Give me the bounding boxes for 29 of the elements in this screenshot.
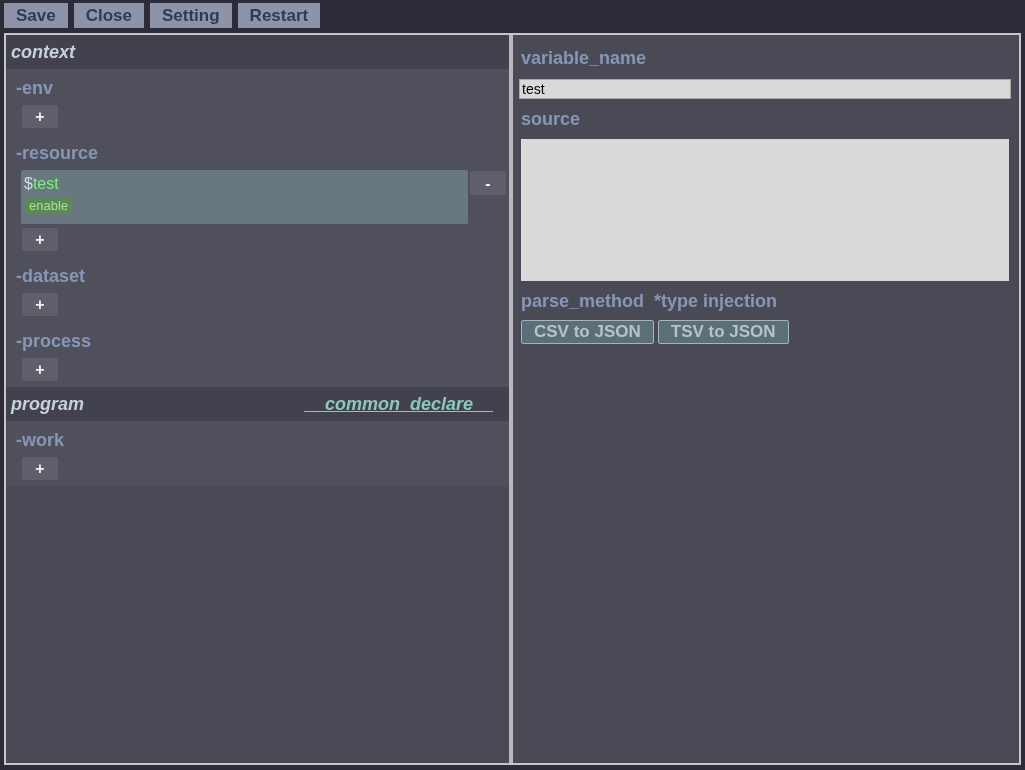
section-label: -dataset [16, 265, 86, 287]
add-button[interactable]: + [22, 457, 58, 480]
field-label: parse_method [521, 290, 645, 313]
section-label: -env [16, 77, 53, 99]
remove-button[interactable]: - [470, 171, 506, 195]
resource-name: $test [24, 174, 59, 194]
field-label: source [521, 108, 581, 131]
add-button[interactable]: + [22, 105, 58, 128]
group-title: context [11, 41, 75, 63]
toolbar-button[interactable]: Restart [237, 3, 321, 28]
declare-link[interactable]: __common_declare__ [304, 393, 493, 415]
status-tag: enable [25, 198, 73, 214]
source-field[interactable] [521, 139, 1009, 281]
add-button[interactable]: + [22, 293, 58, 316]
field-note: *type injection [654, 290, 778, 313]
section-label: -resource [16, 142, 99, 164]
group-title: program [11, 393, 84, 415]
toolbar-button[interactable]: Save [4, 3, 68, 28]
section-label: -process [16, 330, 92, 352]
toolbar-button[interactable]: Setting [150, 3, 232, 28]
parse-button[interactable]: TSV to JSON [657, 320, 789, 344]
field-label: variable_name [521, 47, 648, 70]
variable-name-field[interactable]: test [519, 79, 1011, 99]
resource-item[interactable]: $test enable [21, 170, 468, 224]
section-label: -work [16, 429, 64, 451]
add-button[interactable]: + [22, 358, 58, 381]
toolbar-button[interactable]: Close [73, 3, 144, 28]
add-button[interactable]: + [22, 228, 58, 251]
parse-button[interactable]: CSV to JSON [521, 320, 654, 344]
